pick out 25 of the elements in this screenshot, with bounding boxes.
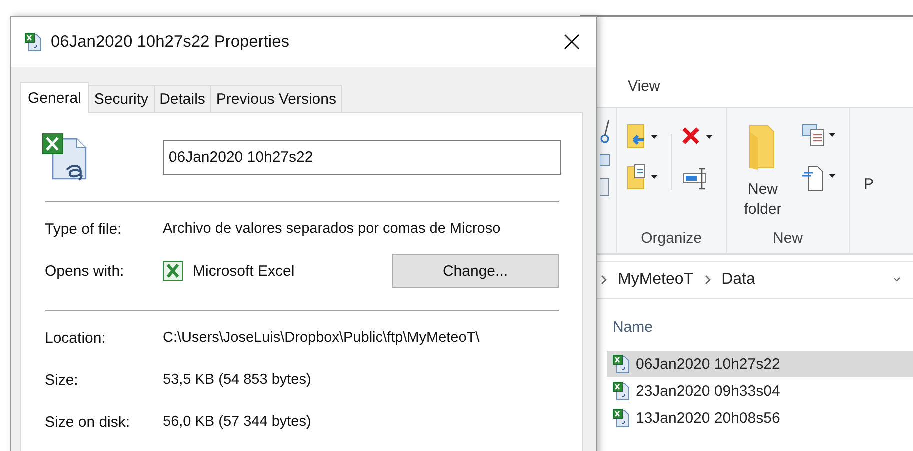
property-value: 53,5 KB (54 853 bytes) — [163, 372, 312, 388]
property-label: Type of file: — [45, 220, 123, 238]
property-value: Archivo de valores separados por comas de Microso — [163, 221, 501, 237]
tab[interactable]: General — [20, 82, 90, 113]
new-folder-button[interactable]: New folder — [733, 124, 793, 230]
ribbon-tab[interactable]: View — [628, 78, 660, 95]
file-row[interactable]: 06Jan2020 10h27s22 — [607, 351, 913, 377]
group-label: New — [772, 230, 804, 249]
file-row[interactable]: 13Jan2020 20h08s56 — [607, 405, 913, 431]
ribbon-label[interactable]: P — [849, 108, 874, 253]
window-title: 06Jan2020 10h27s22 Properties — [51, 32, 291, 52]
property-label: Opens with: — [45, 262, 126, 280]
change-button[interactable]: Change... — [392, 254, 559, 288]
breadcrumb-item[interactable]: MyMeteoT — [618, 271, 694, 289]
property-label: Size on disk: — [45, 414, 132, 430]
property-value: Microsoft Excel — [193, 262, 295, 280]
group-label: Organize — [640, 230, 703, 249]
breadcrumb-item[interactable]: Data — [722, 271, 756, 289]
property-label: Location: — [45, 330, 107, 346]
property-label: Size: — [45, 372, 80, 388]
property-value: C:\Users\JoseLuis\Dropbox\Public\ftp\MyMeteoT\ — [163, 330, 480, 346]
tab[interactable]: Previous Versions — [210, 85, 342, 112]
file-name-field[interactable]: 06Jan2020 10h27s22 — [162, 140, 561, 174]
file-row[interactable]: 23Jan2020 09h33s04 — [607, 378, 913, 404]
property-value: 56,0 KB (57 344 bytes) — [163, 414, 312, 430]
